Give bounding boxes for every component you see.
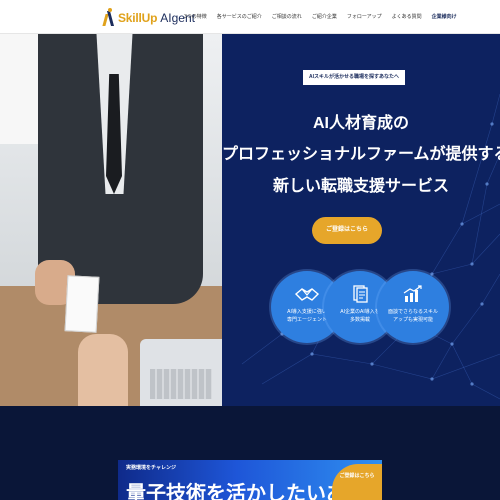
hero-photo (0, 34, 222, 406)
feature-skillup-label: 面談でさらなるスキル アップも実現可能 (387, 309, 438, 323)
lower-section: 実務環境をチャレンジ 量子技術を活かしたいあなたへ ご登録はこちら (0, 406, 500, 500)
nav-item-services[interactable]: 各サービスのご紹介 (217, 13, 262, 20)
nav-item-companies[interactable]: ご紹介企業 (312, 13, 337, 20)
feature-skillup: 面談でさらなるスキル アップも実現可能 (377, 271, 449, 343)
register-button[interactable]: ご登録はこちら (312, 217, 382, 244)
logo-text-main: SkillUp (118, 11, 158, 25)
business-card-image (64, 275, 100, 333)
hero-title-line1: AI人材育成の (312, 115, 409, 132)
banner-tag: 実務環境をチャレンジ (126, 465, 176, 471)
hero-title-line2: プロフェッショナルファームが提供する (222, 146, 500, 163)
logo[interactable]: SkillUp AIgent (102, 8, 195, 28)
documents-icon (353, 285, 368, 303)
hero-title-line3: 新しい転職支援サービス (272, 178, 449, 195)
nav-item-flow[interactable]: ご相談の流れ (272, 13, 302, 20)
logo-mark-icon (102, 8, 115, 26)
nav-item-followup[interactable]: フォローアップ (347, 13, 382, 20)
growth-chart-icon (403, 285, 422, 302)
hero-section: AIスキルが活かせる職場を探すあなたへ AI人材育成の プロフェッショナルファー… (0, 34, 500, 406)
nav-item-for-companies[interactable]: 企業様向け (432, 13, 457, 20)
handshake-icon (294, 288, 320, 301)
site-header: SkillUp AIgent 3つの特徴 各サービスのご紹介 ご相談の流れ ご紹… (0, 0, 500, 34)
main-nav: 3つの特徴 各サービスのご紹介 ご相談の流れ ご紹介企業 フォローアップ よくあ… (184, 13, 467, 20)
nav-item-faq[interactable]: よくある質問 (392, 13, 422, 20)
hero-badge: AIスキルが活かせる職場を探すあなたへ (303, 70, 406, 85)
nav-item-features[interactable]: 3つの特徴 (184, 13, 207, 20)
